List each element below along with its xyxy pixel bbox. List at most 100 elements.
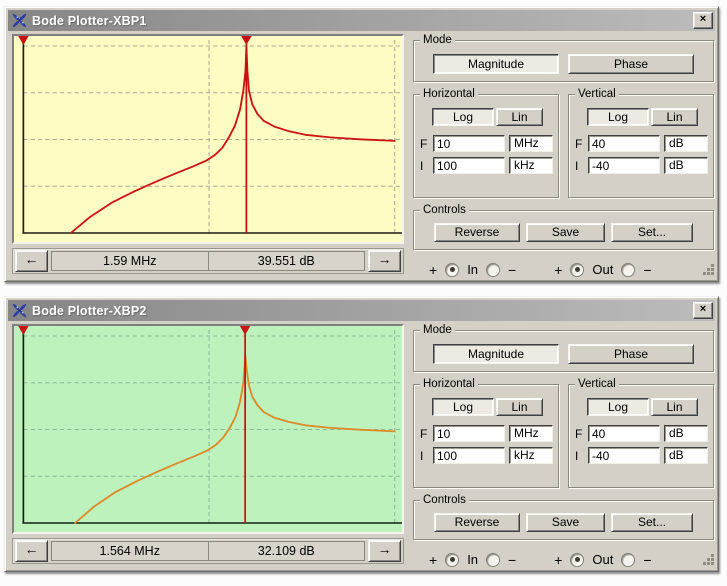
- vertical-lin-button[interactable]: Lin: [651, 398, 698, 416]
- controls-group-label: Controls: [420, 494, 469, 506]
- horizontal-final-unit[interactable]: MHz: [509, 425, 553, 442]
- vertical-log-button[interactable]: Log: [587, 398, 649, 416]
- out-plus-label: +: [554, 264, 562, 276]
- cursor-frequency-readout: 1.59 MHz: [52, 252, 208, 270]
- vertical-group-label: Vertical: [575, 88, 619, 100]
- vertical-initial-input[interactable]: [588, 157, 660, 174]
- vertical-initial-unit[interactable]: dB: [664, 447, 708, 464]
- horizontal-initial-label: I: [420, 449, 429, 463]
- window-title: Bode Plotter-XBP1: [32, 14, 688, 28]
- out-minus-label: −: [643, 554, 651, 566]
- out-plus-radio[interactable]: [570, 263, 584, 277]
- resize-grip[interactable]: [703, 554, 716, 567]
- resize-grip[interactable]: [703, 264, 716, 277]
- bode-plotter-window-xbp2: Bode Plotter-XBP2 × ← 1.564 MHz 32.109 d…: [4, 296, 719, 572]
- in-label: In: [467, 552, 478, 567]
- horizontal-final-input[interactable]: [433, 135, 505, 152]
- horizontal-group-label: Horizontal: [420, 378, 478, 390]
- horizontal-final-input[interactable]: [433, 425, 505, 442]
- vertical-initial-input[interactable]: [588, 447, 660, 464]
- horizontal-final-label: F: [420, 137, 429, 151]
- mode-group-label: Mode: [420, 34, 455, 46]
- vertical-final-input[interactable]: [588, 135, 660, 152]
- in-plus-label: +: [429, 264, 437, 276]
- bode-plotter-app-icon: [12, 303, 27, 318]
- cursor-gain-readout: 39.551 dB: [208, 252, 365, 270]
- cursor-right-button[interactable]: →: [368, 250, 401, 272]
- in-minus-radio[interactable]: [486, 553, 500, 567]
- vertical-final-label: F: [575, 427, 584, 441]
- save-button[interactable]: Save: [526, 223, 605, 242]
- horizontal-group-label: Horizontal: [420, 88, 478, 100]
- set-button[interactable]: Set...: [611, 223, 693, 242]
- cursor-gain-readout: 32.109 dB: [208, 542, 365, 560]
- cursor-bar: ← 1.59 MHz 39.551 dB →: [12, 248, 404, 274]
- vertical-group: Vertical Log Lin F dB I dB: [568, 94, 714, 198]
- vertical-log-button[interactable]: Log: [587, 108, 649, 126]
- horizontal-group: Horizontal Log Lin F MHz I kHz: [413, 384, 559, 488]
- plot-area: [12, 324, 404, 534]
- titlebar[interactable]: Bode Plotter-XBP1 ×: [8, 10, 715, 31]
- out-minus-radio[interactable]: [621, 553, 635, 567]
- cursor-bar: ← 1.564 MHz 32.109 dB →: [12, 538, 404, 564]
- controls-group-label: Controls: [420, 204, 469, 216]
- horizontal-lin-button[interactable]: Lin: [496, 108, 543, 126]
- plot-area: [12, 34, 404, 244]
- phase-button[interactable]: Phase: [568, 54, 694, 74]
- horizontal-log-button[interactable]: Log: [432, 108, 494, 126]
- save-button[interactable]: Save: [526, 513, 605, 532]
- close-button[interactable]: ×: [693, 12, 713, 29]
- reverse-button[interactable]: Reverse: [434, 513, 520, 532]
- cursor-readout: 1.564 MHz 32.109 dB: [51, 541, 365, 561]
- vertical-lin-button[interactable]: Lin: [651, 108, 698, 126]
- phase-button[interactable]: Phase: [568, 344, 694, 364]
- controls-group: Controls Reverse Save Set...: [413, 210, 714, 250]
- horizontal-initial-unit[interactable]: kHz: [509, 447, 553, 464]
- bode-plotter-app-icon: [12, 13, 27, 28]
- horizontal-log-button[interactable]: Log: [432, 398, 494, 416]
- io-polarity-row: + In − + Out −: [413, 552, 716, 567]
- controls-group: Controls Reverse Save Set...: [413, 500, 714, 540]
- set-button[interactable]: Set...: [611, 513, 693, 532]
- mode-group: Mode Magnitude Phase: [413, 330, 714, 372]
- bode-plot-canvas-xbp1[interactable]: [14, 36, 402, 242]
- in-minus-label: −: [508, 554, 516, 566]
- horizontal-final-unit[interactable]: MHz: [509, 135, 553, 152]
- close-button[interactable]: ×: [693, 302, 713, 319]
- cursor-frequency-readout: 1.564 MHz: [52, 542, 208, 560]
- in-plus-radio[interactable]: [445, 553, 459, 567]
- in-label: In: [467, 262, 478, 277]
- vertical-final-unit[interactable]: dB: [664, 425, 708, 442]
- horizontal-initial-label: I: [420, 159, 429, 173]
- in-minus-label: −: [508, 264, 516, 276]
- vertical-final-label: F: [575, 137, 584, 151]
- out-minus-label: −: [643, 264, 651, 276]
- window-title: Bode Plotter-XBP2: [32, 304, 688, 318]
- cursor-left-button[interactable]: ←: [15, 540, 48, 562]
- vertical-group: Vertical Log Lin F dB I dB: [568, 384, 714, 488]
- magnitude-button[interactable]: Magnitude: [433, 54, 559, 74]
- vertical-initial-unit[interactable]: dB: [664, 157, 708, 174]
- horizontal-initial-unit[interactable]: kHz: [509, 157, 553, 174]
- horizontal-initial-input[interactable]: [433, 447, 505, 464]
- titlebar[interactable]: Bode Plotter-XBP2 ×: [8, 300, 715, 321]
- vertical-group-label: Vertical: [575, 378, 619, 390]
- cursor-right-button[interactable]: →: [368, 540, 401, 562]
- horizontal-lin-button[interactable]: Lin: [496, 398, 543, 416]
- out-plus-label: +: [554, 554, 562, 566]
- in-plus-radio[interactable]: [445, 263, 459, 277]
- mode-group: Mode Magnitude Phase: [413, 40, 714, 82]
- vertical-initial-label: I: [575, 449, 584, 463]
- magnitude-button[interactable]: Magnitude: [433, 344, 559, 364]
- bode-plot-canvas-xbp2[interactable]: [14, 326, 402, 532]
- out-plus-radio[interactable]: [570, 553, 584, 567]
- in-minus-radio[interactable]: [486, 263, 500, 277]
- horizontal-initial-input[interactable]: [433, 157, 505, 174]
- reverse-button[interactable]: Reverse: [434, 223, 520, 242]
- cursor-readout: 1.59 MHz 39.551 dB: [51, 251, 365, 271]
- cursor-left-button[interactable]: ←: [15, 250, 48, 272]
- io-polarity-row: + In − + Out −: [413, 262, 716, 277]
- out-minus-radio[interactable]: [621, 263, 635, 277]
- vertical-final-unit[interactable]: dB: [664, 135, 708, 152]
- vertical-final-input[interactable]: [588, 425, 660, 442]
